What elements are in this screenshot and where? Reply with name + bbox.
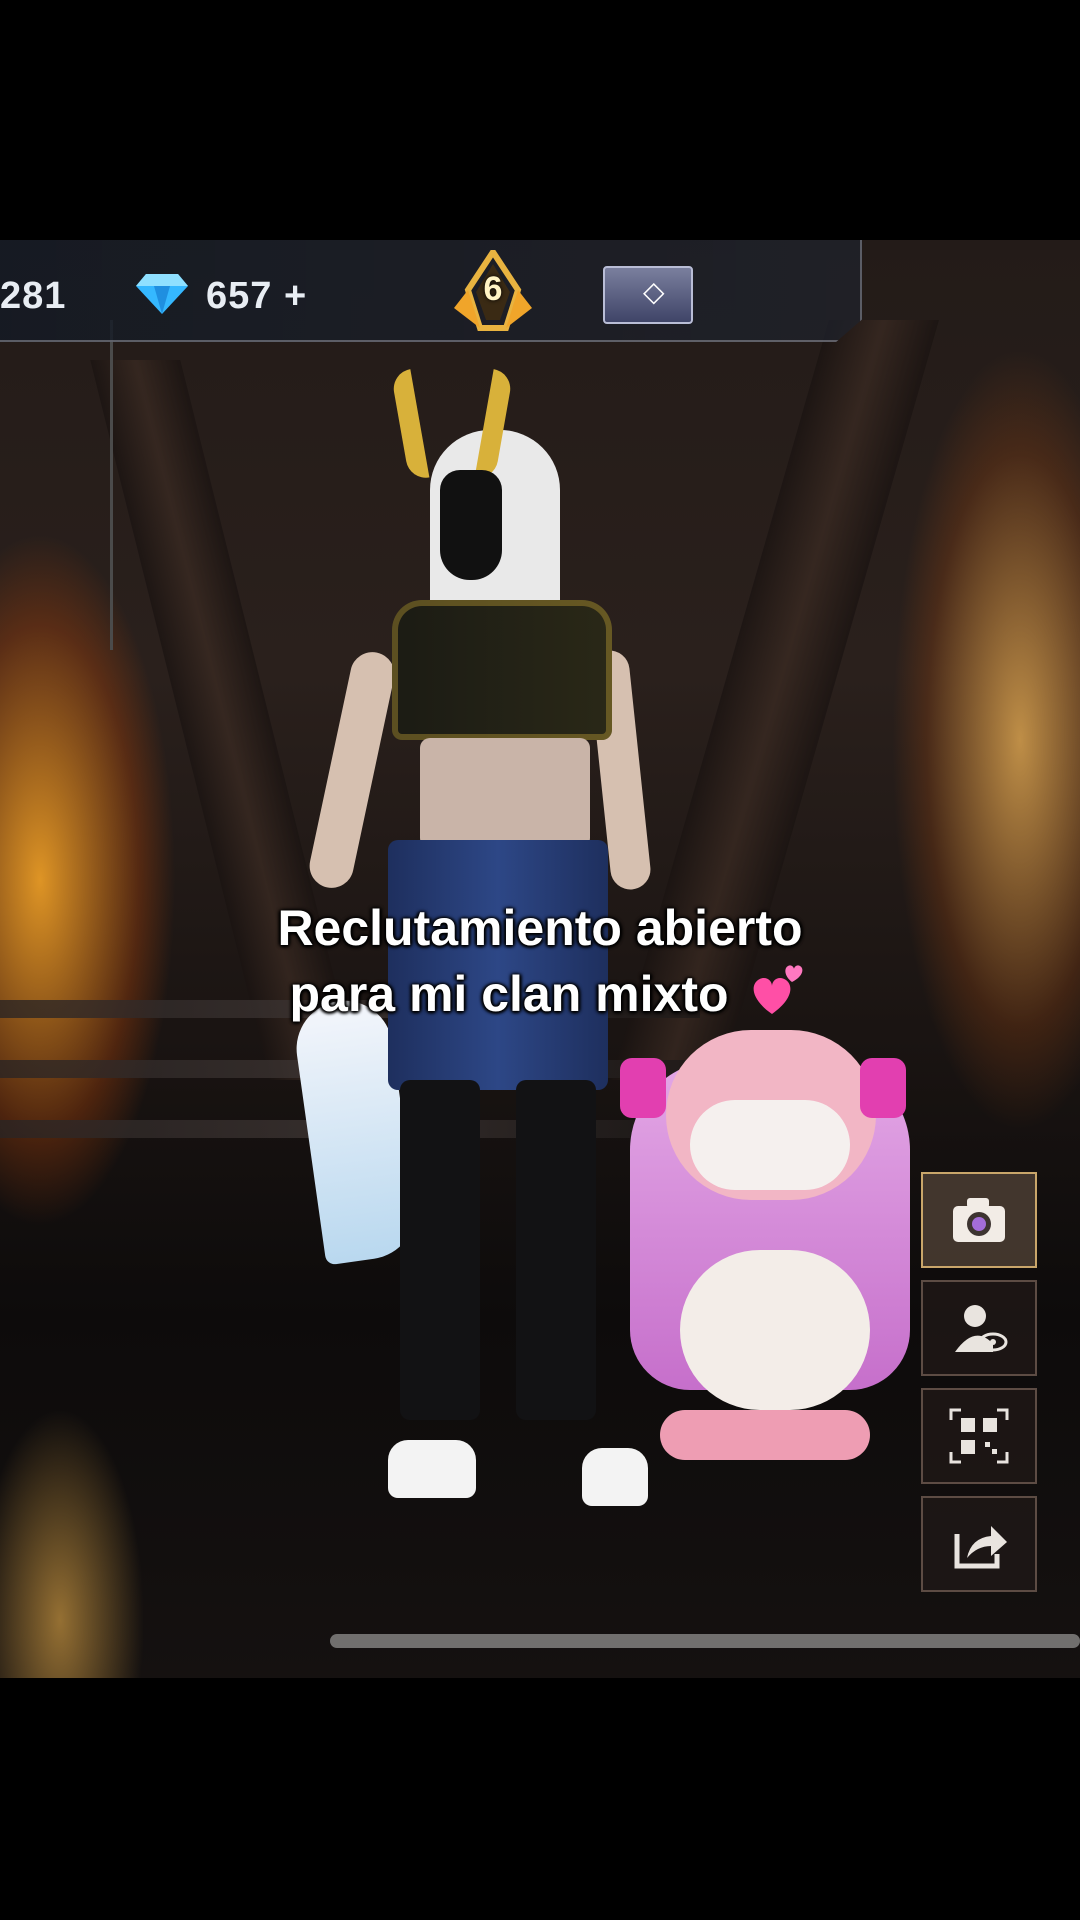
rank-level: 6 [483,270,503,308]
top-hud-bar [0,240,862,342]
add-diamonds-button[interactable]: + [284,275,307,317]
character-boot [400,1080,480,1420]
character-sneaker [582,1448,648,1506]
character-boot [516,1080,596,1420]
pet-headphone [620,1058,666,1118]
caption-line-2: para mi clan mixto [0,961,1080,1027]
qr-code-icon [949,1408,1009,1464]
profile-view-icon [955,1305,1008,1352]
character-waist [420,738,590,848]
diamond-count[interactable]: 657 + [206,275,307,318]
pet-feet [660,1410,870,1460]
qr-code-button[interactable] [921,1388,1037,1484]
pet-face [690,1100,850,1190]
character-mask [440,470,502,580]
vip-card-icon[interactable]: ◇ [603,266,693,324]
camera-icon [953,1198,1005,1242]
gem-icon: ◇ [643,276,665,307]
horizontal-scrollbar[interactable] [330,1634,1080,1648]
pet-headphone [860,1058,906,1118]
share-button[interactable] [921,1496,1037,1592]
caption-line-1: Reclutamiento abierto [277,900,803,956]
diamond-icon [136,274,188,314]
gold-count: 281 [0,275,67,317]
letterbox-top [0,0,1080,240]
letterbox-bottom [0,1678,1080,1920]
pet-belly [680,1250,870,1410]
video-caption: Reclutamiento abierto para mi clan mixto [0,895,1080,1027]
share-icon [954,1526,1007,1569]
character-top [392,600,612,740]
heart-emoji-icon [753,965,803,1014]
camera-button[interactable] [921,1172,1037,1268]
diamond-count-value: 657 [206,275,273,317]
character-sneaker [388,1440,476,1498]
profile-view-button[interactable] [921,1280,1037,1376]
hanging-rope [110,320,113,650]
caption-line-2-text: para mi clan mixto [289,966,729,1022]
